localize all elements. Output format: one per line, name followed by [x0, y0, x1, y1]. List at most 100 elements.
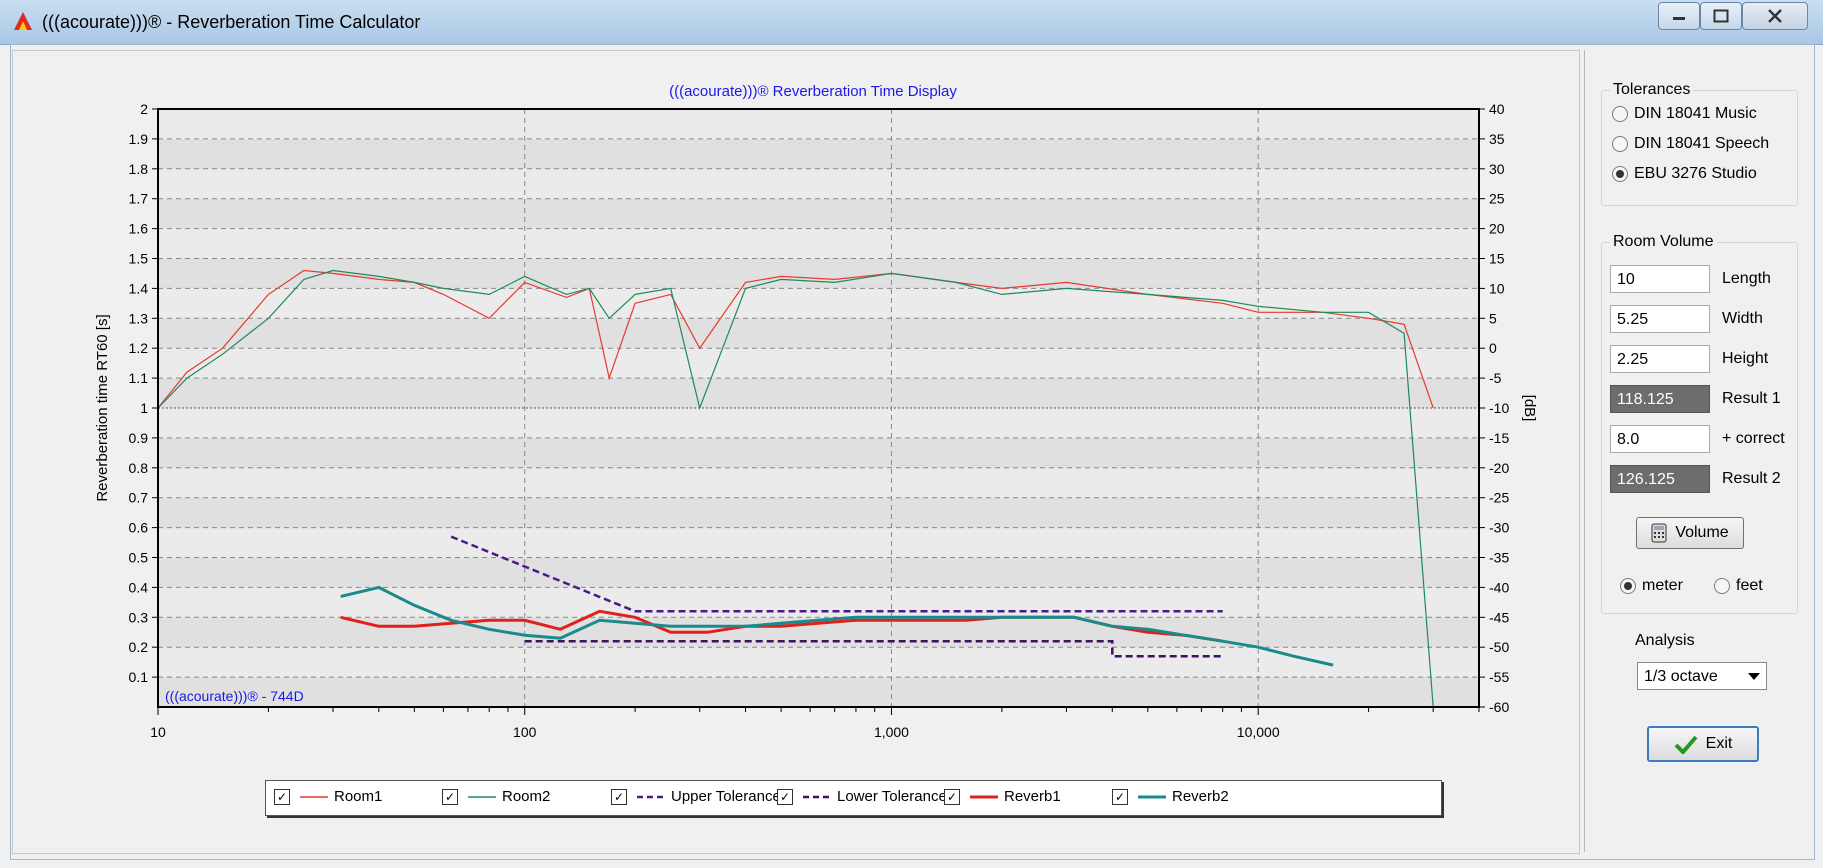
length-field[interactable]: 10: [1610, 265, 1710, 293]
plot-band: [158, 408, 1479, 438]
y2-tick-label: -30: [1489, 520, 1509, 536]
legend-checkbox[interactable]: ✓: [274, 788, 290, 805]
plot-band: [158, 109, 1479, 139]
plot-band: [158, 348, 1479, 379]
maximize-icon: [1713, 9, 1729, 23]
radio-button[interactable]: [1612, 106, 1628, 122]
tolerances-group: Tolerances DIN 18041 Music DIN 18041 Spe…: [1601, 81, 1798, 206]
y-tick-label: 0.4: [129, 579, 149, 595]
radio-button[interactable]: [1612, 166, 1628, 182]
plot-band: [158, 527, 1479, 558]
legend-item-reverb1[interactable]: ✓ Reverb1: [944, 788, 1061, 805]
plot-band: [158, 497, 1479, 528]
result1-field: 118.125: [1610, 385, 1710, 413]
correct-field[interactable]: 8.0: [1610, 425, 1710, 453]
height-label: Height: [1722, 350, 1769, 367]
result2-field: 126.125: [1610, 465, 1710, 493]
legend-swatch: [300, 795, 328, 798]
width-field[interactable]: 5.25: [1610, 305, 1710, 333]
y2-tick-label: -15: [1489, 430, 1509, 446]
y2-tick-label: -50: [1489, 639, 1509, 655]
y2-tick-label: -10: [1489, 400, 1509, 416]
exit-button[interactable]: Exit: [1647, 726, 1759, 762]
plot-band: [158, 378, 1479, 408]
title-bar[interactable]: (((acourate)))® - Reverberation Time Cal…: [0, 0, 1823, 45]
plot-band: [158, 437, 1479, 468]
legend-swatch: [803, 795, 831, 798]
legend-checkbox[interactable]: ✓: [777, 788, 793, 805]
legend-swatch: [637, 795, 665, 798]
result1-label: Result 1: [1722, 390, 1781, 407]
minimize-button[interactable]: [1658, 2, 1700, 30]
legend-item-lower-tolerance[interactable]: ✓ Lower Tolerance: [777, 788, 947, 805]
radio-button[interactable]: [1612, 136, 1628, 152]
y2-tick-label: -20: [1489, 460, 1509, 476]
volume-button-label: Volume: [1675, 524, 1729, 541]
radio-button[interactable]: [1620, 578, 1636, 594]
y-tick-label: 1.2: [129, 340, 149, 356]
checkmark-icon: [1674, 735, 1698, 754]
legend-checkbox[interactable]: ✓: [1112, 788, 1128, 805]
y2-tick-label: -35: [1489, 550, 1509, 566]
radio-meter[interactable]: meter: [1620, 577, 1683, 595]
calculator-icon: [1651, 523, 1667, 543]
y-tick-label: 1.3: [129, 310, 149, 326]
y-tick-label: 0.3: [129, 609, 149, 625]
y2-axis-label: [dB]: [1521, 395, 1538, 422]
y-tick-label: 0.7: [129, 490, 149, 506]
y2-tick-label: 20: [1489, 221, 1505, 237]
correct-label: + correct: [1722, 430, 1785, 447]
room-volume-group: Room Volume 10 Length 5.25 Width 2.25 He…: [1601, 233, 1798, 614]
y2-tick-label: 0: [1489, 340, 1497, 356]
chevron-down-icon: [1748, 673, 1760, 680]
tolerances-title: Tolerances: [1610, 81, 1694, 99]
y2-tick-label: -5: [1489, 370, 1502, 386]
y-tick-label: 0.9: [129, 430, 149, 446]
legend-item-reverb2[interactable]: ✓ Reverb2: [1112, 788, 1229, 805]
legend-item-room2[interactable]: ✓ Room2: [442, 788, 550, 805]
radio-din-speech[interactable]: DIN 18041 Speech: [1612, 135, 1769, 153]
legend-item-room1[interactable]: ✓ Room1: [274, 788, 382, 805]
close-button[interactable]: [1742, 2, 1808, 30]
rt60-chart: (((acourate)))® Reverberation Time Displ…: [94, 83, 1538, 740]
plot-band: [158, 228, 1479, 259]
y2-tick-label: 15: [1489, 251, 1505, 267]
legend-checkbox[interactable]: ✓: [611, 788, 627, 805]
legend: ✓ Room1 ✓ Room2 ✓ Upper Tolerance ✓ Lower Toler…: [265, 780, 1442, 816]
y2-tick-label: 35: [1489, 131, 1505, 147]
y-tick-label: 1.5: [129, 251, 149, 267]
maximize-button[interactable]: [1700, 2, 1742, 30]
radio-feet[interactable]: feet: [1714, 577, 1763, 595]
y2-tick-label: -40: [1489, 579, 1509, 595]
analysis-select[interactable]: 1/3 octave: [1637, 662, 1767, 690]
legend-checkbox[interactable]: ✓: [442, 788, 458, 805]
chart-watermark: (((acourate)))® - 744D: [165, 688, 304, 704]
y-tick-label: 0.8: [129, 460, 149, 476]
room-volume-title: Room Volume: [1610, 233, 1717, 251]
radio-label: EBU 3276 Studio: [1634, 165, 1757, 182]
y-tick-label: 1: [140, 400, 148, 416]
legend-item-upper-tolerance[interactable]: ✓ Upper Tolerance: [611, 788, 781, 805]
width-label: Width: [1722, 310, 1763, 327]
y-tick-label: 0.5: [129, 550, 149, 566]
analysis-value: 1/3 octave: [1644, 668, 1718, 685]
radio-ebu-studio[interactable]: EBU 3276 Studio: [1612, 165, 1757, 183]
y2-tick-label: -45: [1489, 609, 1509, 625]
radio-label: DIN 18041 Speech: [1634, 135, 1770, 152]
y-tick-label: 1.1: [129, 370, 149, 386]
radio-button[interactable]: [1714, 578, 1730, 594]
legend-swatch: [468, 795, 496, 798]
y-axis-label: Reverberation time RT60 [s]: [94, 314, 111, 501]
y2-tick-label: 40: [1489, 101, 1505, 117]
height-field[interactable]: 2.25: [1610, 345, 1710, 373]
volume-button[interactable]: Volume: [1636, 517, 1744, 549]
legend-checkbox[interactable]: ✓: [944, 788, 960, 805]
legend-label: Reverb2: [1172, 788, 1229, 805]
legend-swatch: [1138, 795, 1166, 798]
plot-band: [158, 557, 1479, 588]
y-tick-label: 0.2: [129, 639, 149, 655]
radio-din-music[interactable]: DIN 18041 Music: [1612, 105, 1757, 123]
close-icon: [1768, 9, 1782, 23]
y2-tick-label: -60: [1489, 699, 1509, 715]
minimize-icon: [1673, 17, 1685, 20]
